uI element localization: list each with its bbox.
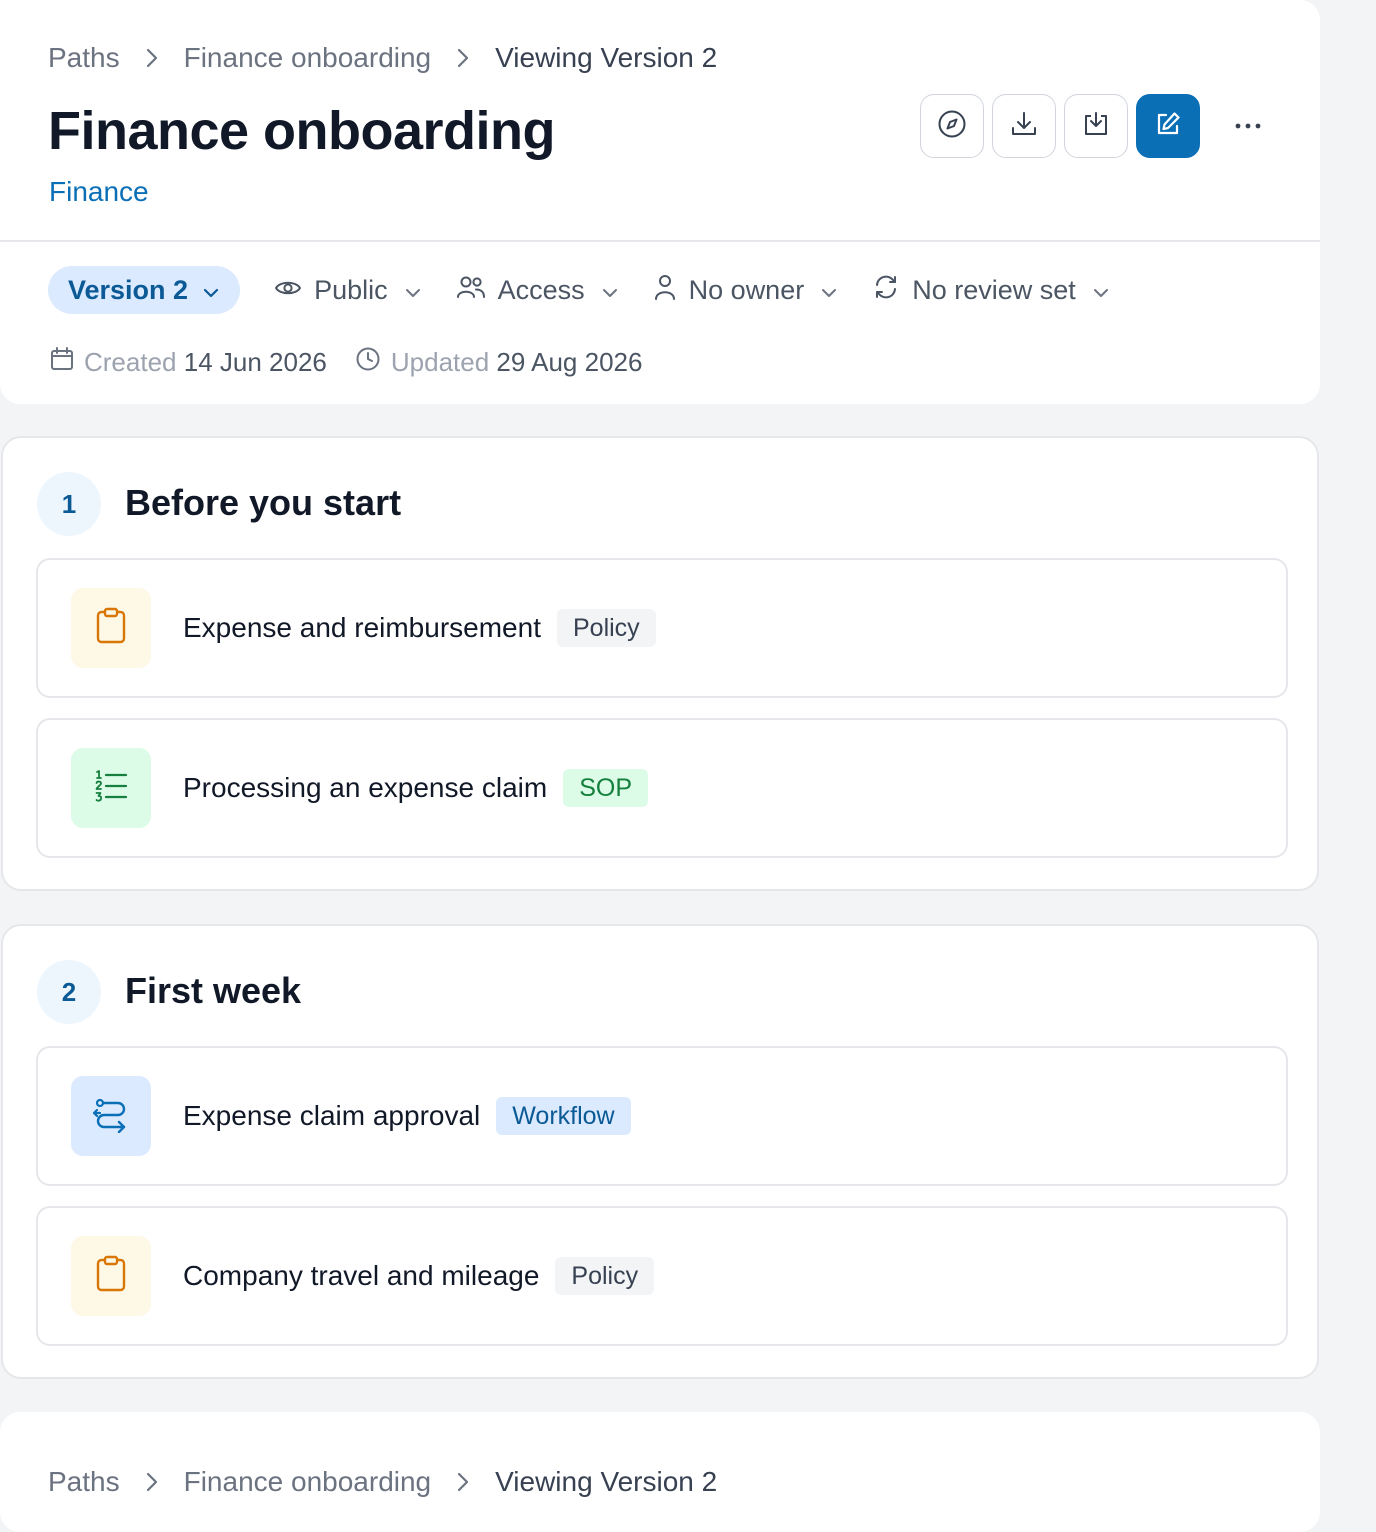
inbox-download-icon [1080, 108, 1112, 145]
item-type-icon-tile [71, 748, 151, 828]
item-type-icon-tile [71, 1076, 151, 1156]
chevron-right-icon [120, 1470, 184, 1494]
access-label: Access [497, 274, 585, 305]
type-tag: SOP [563, 769, 648, 807]
more-options-button[interactable] [1216, 94, 1280, 158]
review-label: No review set [912, 274, 1076, 305]
type-tag: Policy [556, 609, 656, 647]
chevron-down-icon [404, 275, 422, 306]
edit-button[interactable] [1136, 94, 1200, 158]
clipboard-icon [94, 1255, 128, 1298]
pencil-square-icon [1152, 108, 1184, 145]
path-header-card: Paths Finance onboarding Viewing Version… [0, 0, 1320, 404]
created-label: Created [84, 347, 177, 377]
section-title: First week [125, 970, 302, 1011]
item-title: Expense and reimbursement [183, 612, 541, 643]
path-item[interactable]: Expense and reimbursement Policy [36, 558, 1288, 698]
breadcrumb: Paths Finance onboarding Viewing Version… [48, 1464, 717, 1500]
header-divider [0, 240, 1320, 242]
visibility-dropdown[interactable]: Public [274, 275, 422, 306]
path-item[interactable]: Expense claim approval Workflow [36, 1046, 1288, 1186]
download-icon [1008, 108, 1040, 145]
user-icon [653, 273, 677, 308]
version-selector[interactable]: Version 2 [48, 266, 241, 314]
compass-icon [936, 108, 968, 145]
breadcrumb: Paths Finance onboarding Viewing Version… [48, 40, 717, 76]
path-item[interactable]: Processing an expense claim SOP [36, 718, 1288, 858]
updated-label: Updated [390, 347, 490, 377]
path-item[interactable]: Company travel and mileage Policy [36, 1206, 1288, 1346]
ellipsis-icon [1234, 117, 1262, 135]
access-dropdown[interactable]: Access [456, 274, 619, 307]
owner-dropdown[interactable]: No owner [653, 273, 839, 308]
header-actions [920, 94, 1280, 158]
import-button[interactable] [1064, 94, 1128, 158]
breadcrumb-item-paths[interactable]: Paths [48, 1466, 120, 1498]
eye-icon [274, 275, 302, 306]
step-section: 1 Before you start Expense and reimburse… [1, 436, 1319, 891]
step-number-badge: 2 [37, 960, 101, 1024]
visibility-label: Public [314, 274, 388, 305]
chevron-right-icon [431, 1470, 495, 1494]
chevron-right-icon [120, 46, 184, 70]
type-tag: Policy [555, 1257, 655, 1295]
breadcrumb-item-current-version: Viewing Version 2 [495, 1466, 718, 1497]
created-date: Created 14 Jun 2026 [50, 346, 327, 379]
item-title: Expense claim approval [183, 1100, 481, 1131]
breadcrumb-item-finance-onboarding[interactable]: Finance onboarding [184, 42, 432, 74]
chevron-down-icon [202, 275, 220, 306]
updated-date: Updated 29 Aug 2026 [355, 346, 643, 379]
chevron-down-icon [601, 275, 619, 306]
updated-value: 29 Aug 2026 [496, 347, 643, 377]
breadcrumb-item-paths[interactable]: Paths [48, 42, 120, 74]
step-section: 2 First week Expense claim approval Work… [1, 924, 1319, 1379]
download-button[interactable] [992, 94, 1056, 158]
date-info: Created 14 Jun 2026 Updated 29 Aug 2026 [50, 346, 670, 379]
created-value: 14 Jun 2026 [183, 347, 327, 377]
review-dropdown[interactable]: No review set [872, 273, 1110, 308]
item-type-icon-tile [71, 1236, 151, 1316]
explore-button[interactable] [920, 94, 984, 158]
users-icon [456, 274, 486, 307]
type-tag: Workflow [496, 1097, 631, 1135]
clipboard-icon [94, 607, 128, 650]
page-title: Finance onboarding [48, 101, 556, 161]
step-number-badge: 1 [37, 472, 101, 536]
section-title: Before you start [125, 482, 402, 523]
chevron-down-icon [820, 275, 838, 306]
settings-bar: Version 2 Public Access No owner No revi… [48, 266, 1110, 314]
chevron-down-icon [1092, 275, 1110, 306]
version-label: Version 2 [68, 274, 189, 305]
owner-label: No owner [688, 274, 805, 305]
calendar-icon [50, 346, 74, 379]
clock-icon [355, 346, 381, 379]
workflow-arrows-icon [92, 1095, 130, 1138]
breadcrumb-item-current-version: Viewing Version 2 [495, 42, 718, 73]
item-type-icon-tile [71, 588, 151, 668]
chevron-right-icon [431, 46, 495, 70]
repeated-header-card: Paths Finance onboarding Viewing Version… [0, 1412, 1320, 1532]
breadcrumb-item-finance-onboarding[interactable]: Finance onboarding [184, 1466, 432, 1498]
item-title: Processing an expense claim [183, 772, 548, 803]
item-title: Company travel and mileage [183, 1260, 540, 1291]
numbered-list-icon [93, 769, 129, 808]
category-link[interactable]: Finance [49, 176, 149, 208]
refresh-icon [872, 273, 900, 308]
